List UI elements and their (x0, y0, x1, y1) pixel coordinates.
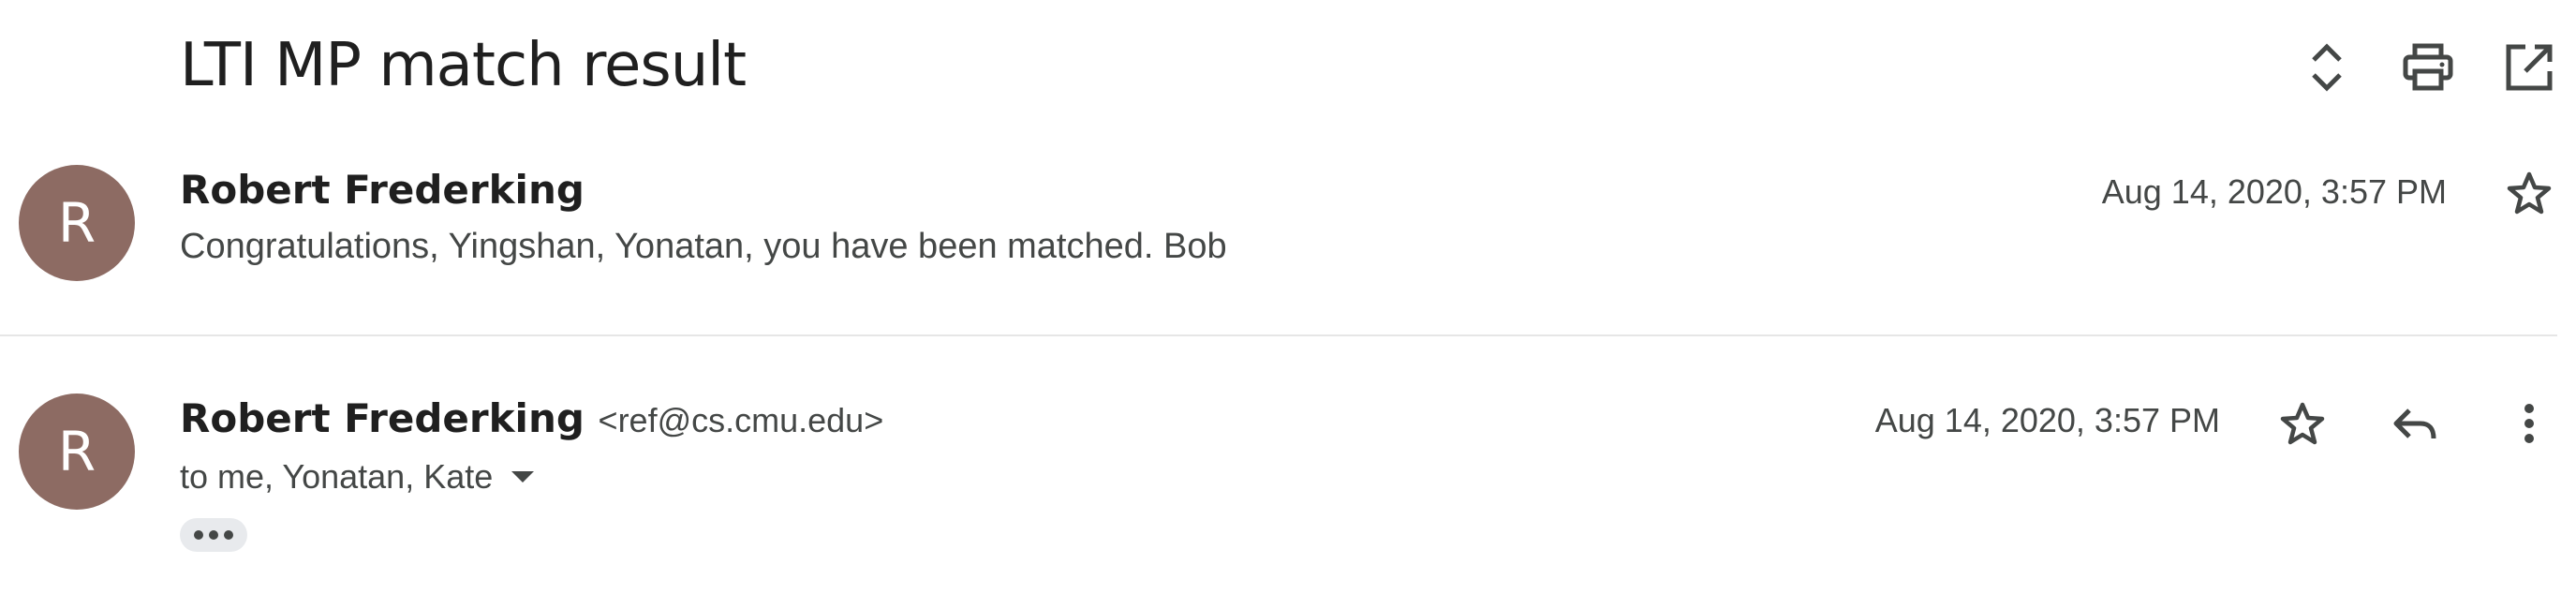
open-in-new-window-button[interactable] (2495, 34, 2563, 101)
unfold-more-icon (2312, 43, 2342, 92)
star-button[interactable] (2495, 159, 2563, 227)
message-divider (0, 334, 2557, 336)
reply-icon (2393, 408, 2436, 439)
avatar: R (19, 165, 135, 281)
more-vert-icon (2524, 404, 2534, 443)
recipients-text: to me, Yonatan, Kate (180, 457, 494, 496)
star-icon (2280, 402, 2325, 445)
recipients-toggle[interactable]: to me, Yonatan, Kate (180, 457, 536, 497)
star-button[interactable] (2269, 390, 2336, 457)
message-date: Aug 14, 2020, 3:57 PM (2101, 172, 2447, 211)
message-date: Aug 14, 2020, 3:57 PM (1874, 401, 2220, 439)
subject-title: LTI MP match result (180, 31, 747, 100)
open-in-new-icon (2506, 44, 2553, 91)
avatar: R (19, 394, 135, 510)
show-trimmed-content-button[interactable] (180, 518, 247, 552)
print-icon (2403, 43, 2453, 91)
expand-all-button[interactable] (2293, 34, 2361, 101)
star-icon (2507, 171, 2552, 215)
more-horiz-icon (194, 530, 233, 540)
more-options-button[interactable] (2495, 390, 2563, 457)
sender-email[interactable]: <ref@cs.cmu.edu> (599, 401, 884, 439)
sender-header[interactable]: Robert Frederking <ref@cs.cmu.edu> (180, 395, 883, 441)
reply-button[interactable] (2381, 390, 2449, 457)
print-all-button[interactable] (2394, 34, 2462, 101)
sender-name[interactable]: Robert Frederking (180, 395, 585, 441)
message-snippet: Congratulations, Yingshan, Yonatan, you … (180, 227, 1227, 266)
message-collapsed[interactable]: R Robert Frederking Congratulations, Yin… (0, 150, 2557, 334)
dropdown-arrow-icon (511, 471, 535, 483)
sender-name: Robert Frederking (180, 167, 585, 213)
